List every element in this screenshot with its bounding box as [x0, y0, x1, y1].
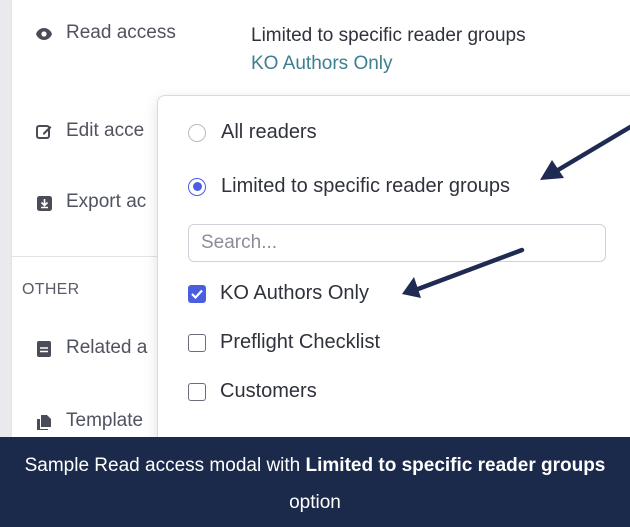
document-icon [34, 339, 54, 359]
row-label: Export ac [66, 191, 147, 212]
checkbox-ko-authors[interactable] [188, 284, 206, 303]
checkmark-icon [191, 289, 203, 299]
caption-text-end: option [289, 492, 341, 513]
pencil-square-icon [34, 122, 54, 142]
read-access-value: Limited to specific reader groups KO Aut… [251, 22, 526, 78]
group-label: KO Authors Only [220, 282, 369, 304]
row-label: Edit acce [66, 120, 145, 141]
section-label-other: OTHER [22, 281, 80, 298]
read-access-modal: All readers Limited to specific reader g… [157, 95, 630, 457]
group-label: Customers [220, 380, 317, 402]
group-item-preflight[interactable]: Preflight Checklist [188, 331, 380, 354]
row-label: Related a [66, 337, 148, 358]
row-label: Template [66, 410, 144, 431]
caption-text: Sample Read access modal with [24, 455, 306, 476]
row-templates[interactable]: Template [34, 410, 143, 432]
documents-icon [34, 412, 54, 432]
eye-icon [34, 24, 54, 44]
read-access-mode: Limited to specific reader groups [251, 25, 526, 46]
caption-bold: Limited to specific reader groups [305, 455, 606, 476]
radio-all-readers[interactable] [188, 123, 206, 142]
caption-banner: Sample Read access modal with Limited to… [0, 437, 630, 527]
option-all-readers[interactable]: All readers [188, 121, 317, 144]
option-label: All readers [221, 121, 317, 143]
group-label: Preflight Checklist [220, 331, 381, 353]
group-search-input[interactable] [188, 224, 606, 262]
row-label: Read access [66, 22, 176, 43]
download-box-icon [34, 193, 54, 213]
option-label: Limited to specific reader groups [221, 175, 511, 197]
radio-limited-groups[interactable] [188, 177, 206, 196]
row-related[interactable]: Related a [34, 337, 147, 359]
checkbox-preflight[interactable] [188, 333, 206, 352]
read-access-group: KO Authors Only [251, 53, 393, 74]
group-item-ko-authors[interactable]: KO Authors Only [188, 282, 369, 305]
checkbox-customers[interactable] [188, 382, 206, 401]
option-limited-groups[interactable]: Limited to specific reader groups [188, 175, 510, 198]
group-item-customers[interactable]: Customers [188, 380, 317, 403]
row-export-access[interactable]: Export ac [34, 191, 146, 213]
row-edit-access[interactable]: Edit acce [34, 120, 144, 142]
section-divider [12, 256, 172, 257]
row-read-access[interactable]: Read access [34, 22, 176, 44]
